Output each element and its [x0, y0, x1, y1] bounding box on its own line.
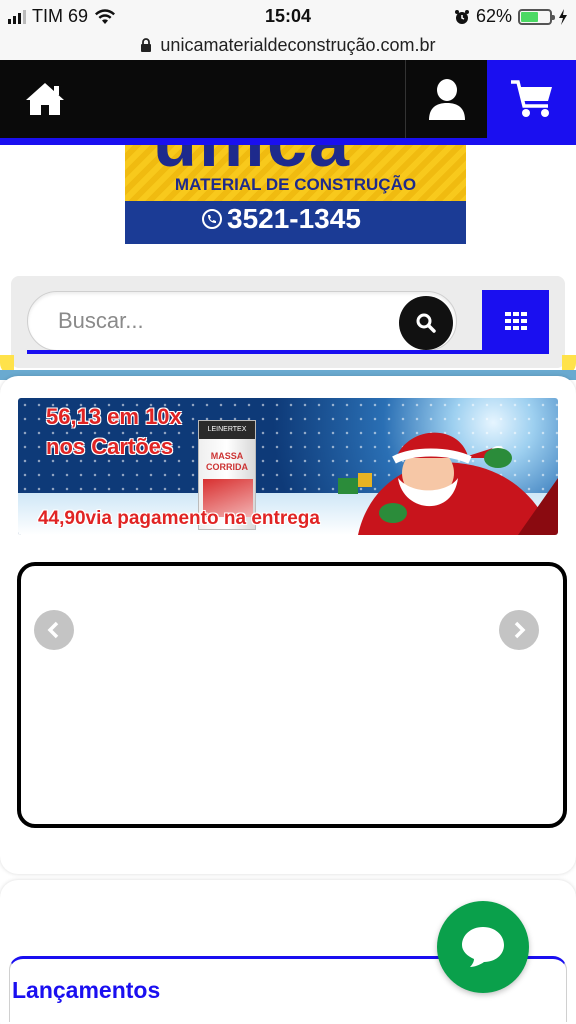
product-name: MASSA CORRIDA [206, 451, 248, 472]
header-underline [0, 138, 576, 145]
chevron-right-icon [514, 621, 526, 639]
cart-button[interactable] [487, 60, 576, 138]
logo-tagline: MATERIAL DE CONSTRUÇÃO [174, 175, 417, 194]
categories-button[interactable] [482, 290, 549, 352]
url-text: unicamaterialdeconstrução.com.br [160, 34, 436, 55]
image-carousel[interactable] [17, 562, 567, 828]
account-button[interactable] [405, 60, 487, 138]
address-bar[interactable]: unicamaterialdeconstrução.com.br [0, 30, 576, 60]
search-icon [416, 313, 436, 333]
search-button[interactable] [399, 296, 453, 350]
store-logo[interactable]: unica MATERIAL DE CONSTRUÇÃO 3521-1345 [125, 145, 466, 244]
alarm-icon [454, 9, 469, 24]
promo-banner[interactable]: LEINERTEX MASSA CORRIDA 56,13 em 10x nos… [18, 398, 558, 535]
battery-percent: 62% [475, 6, 512, 26]
user-icon [428, 79, 465, 120]
home-button[interactable] [0, 60, 90, 138]
promo-installments: 56,13 em 10x [46, 404, 182, 429]
chat-button[interactable] [437, 901, 529, 993]
site-header [0, 60, 576, 138]
phone-icon [202, 209, 222, 229]
home-icon [26, 83, 64, 115]
santa-illustration [338, 432, 558, 535]
logo-phone-number: 3521-1345 [227, 203, 361, 234]
cart-icon [510, 80, 552, 117]
promo-cash-price: 44,90via pagamento na entrega [38, 508, 320, 529]
promo-cards: nos Cartões [46, 434, 174, 459]
product-brand: LEINERTEX [199, 421, 255, 439]
carousel-next-button[interactable] [499, 610, 539, 650]
charging-icon [559, 8, 567, 25]
battery-icon [518, 8, 555, 25]
lock-icon [141, 38, 152, 52]
search-underline [27, 350, 549, 354]
logo-phone: 3521-1345 [201, 203, 361, 235]
status-right: 62% [454, 6, 568, 27]
grid-menu-icon [504, 312, 527, 330]
search-input[interactable] [27, 291, 457, 351]
carousel-prev-button[interactable] [34, 610, 74, 650]
chat-bubble-icon [462, 927, 504, 967]
releases-title[interactable]: Lançamentos [12, 977, 160, 1004]
chevron-left-icon [47, 621, 59, 639]
status-bar: TIM 69 15:04 62% [0, 0, 576, 32]
